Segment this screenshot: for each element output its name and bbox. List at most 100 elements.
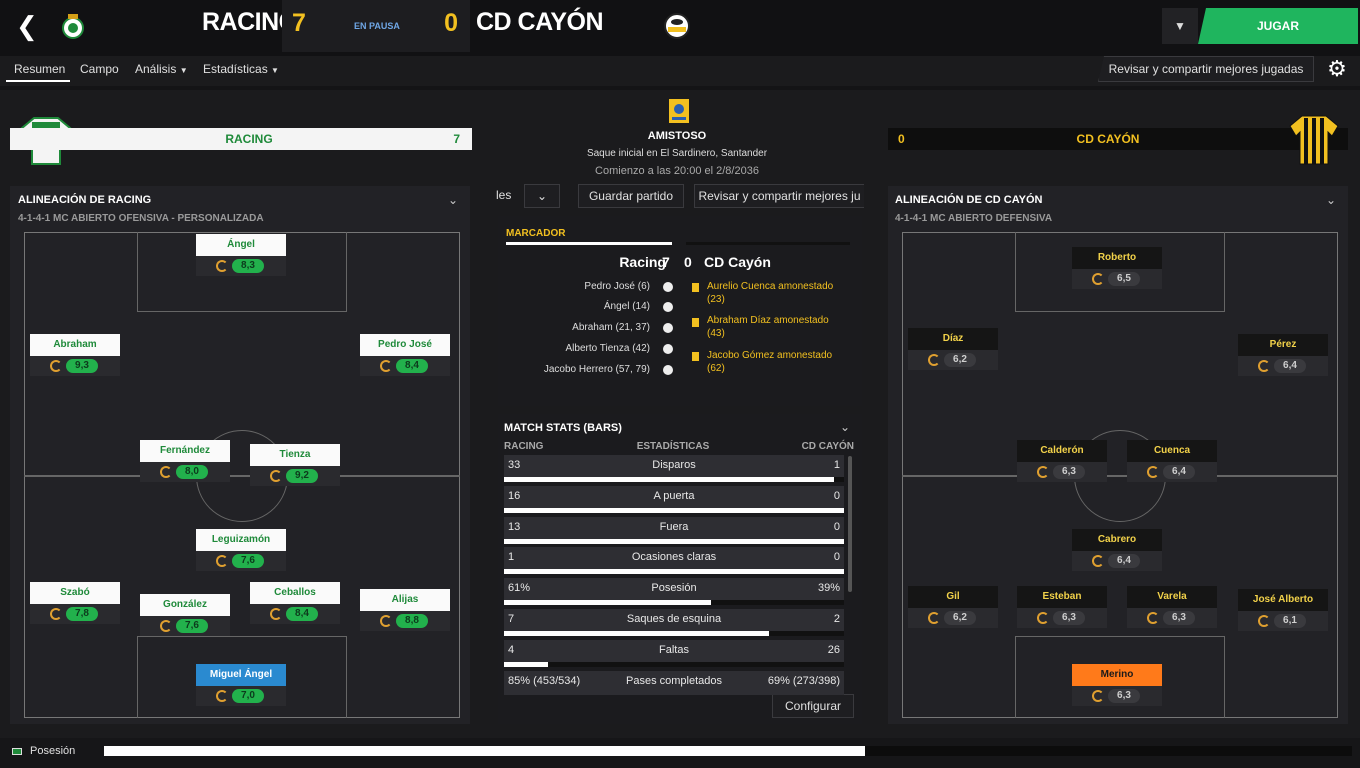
player-rating: 6,2 [944, 611, 976, 625]
tab-analisis[interactable]: Análisis ▼ [135, 62, 188, 76]
stat-bar-fill [504, 569, 844, 574]
player-name: Alijas [360, 589, 450, 611]
player-card[interactable]: Pérez 6,4 [1238, 334, 1328, 378]
stat-bar [504, 662, 844, 667]
stat-label: A puerta [653, 490, 695, 502]
review-button[interactable]: Revisar y compartir mejores ju [694, 184, 864, 208]
stat-away-value: 0 [833, 551, 840, 563]
gear-icon[interactable]: ⚙ [1324, 56, 1350, 82]
player-name: Miguel Ángel [196, 664, 286, 686]
card-entry-text: Jacobo Gómez amonestado [707, 350, 833, 361]
rating-icon [50, 360, 62, 372]
player-rating-row: 6,3 [1017, 608, 1107, 628]
player-rating: 6,3 [1053, 465, 1085, 479]
stat-bar [504, 569, 844, 574]
yellow-card-icon [692, 283, 699, 292]
goal-entry: Jacobo Herrero (57, 79) [543, 364, 650, 375]
player-card[interactable]: Esteban 6,3 [1017, 586, 1107, 630]
player-name: Gil [908, 586, 998, 608]
player-card[interactable]: José Alberto 6,1 [1238, 589, 1328, 633]
chevron-down-icon[interactable]: ▼ [1162, 8, 1198, 44]
player-card[interactable]: Fernández 8,0 [140, 440, 230, 484]
player-card[interactable]: Merino 6,3 [1072, 664, 1162, 708]
rating-icon [1092, 690, 1104, 702]
player-card[interactable]: Calderón 6,3 [1017, 440, 1107, 484]
player-card[interactable]: Szabó 7,8 [30, 582, 120, 626]
yellow-card-icon [692, 352, 699, 361]
partial-button[interactable]: les [490, 184, 520, 208]
player-rating-row: 6,4 [1238, 356, 1328, 376]
player-rating: 8,0 [176, 465, 208, 479]
player-card[interactable]: Gil 6,2 [908, 586, 998, 630]
player-card[interactable]: Roberto 6,5 [1072, 247, 1162, 291]
rating-icon [380, 360, 392, 372]
player-rating: 7,8 [66, 607, 98, 621]
away-kit-icon [1289, 115, 1339, 165]
player-rating: 7,6 [232, 554, 264, 568]
player-card[interactable]: Leguizamón 7,6 [196, 529, 286, 573]
stat-label: Faltas [659, 644, 689, 656]
tab-resumen[interactable]: Resumen [14, 62, 65, 76]
rating-icon [216, 555, 228, 567]
rating-icon [928, 612, 940, 624]
stat-bar-fill [504, 631, 770, 636]
scoreboard-away: CD Cayón [704, 254, 771, 270]
tab-campo[interactable]: Campo [80, 62, 119, 76]
player-card[interactable]: Abraham 9,3 [30, 334, 120, 378]
card-entry-text: Abraham Díaz amonestado [707, 315, 829, 326]
play-button[interactable]: JUGAR [1198, 8, 1358, 44]
player-rating-row: 6,3 [1127, 608, 1217, 628]
rating-icon [160, 466, 172, 478]
player-rating: 8,4 [396, 359, 428, 373]
player-card[interactable]: Tienza 9,2 [250, 444, 340, 488]
player-rating: 7,6 [176, 619, 208, 633]
player-rating-row: 8,3 [196, 256, 286, 276]
player-name: Fernández [140, 440, 230, 462]
chevron-down-icon[interactable]: ⌄ [1326, 193, 1336, 207]
save-match-button[interactable]: Guardar partido [578, 184, 684, 208]
player-rating: 6,5 [1108, 272, 1140, 286]
chevron-down-icon[interactable]: ⌄ [840, 420, 850, 434]
rating-icon [1147, 612, 1159, 624]
review-highlights-button[interactable]: Revisar y compartir mejores jugadas [1098, 56, 1314, 82]
player-rating: 8,8 [396, 614, 428, 628]
tab-estadisticas[interactable]: Estadísticas ▼ [203, 62, 279, 76]
player-card[interactable]: Díaz 6,2 [908, 328, 998, 372]
stat-row: 4 Faltas 26 [504, 640, 844, 664]
player-card[interactable]: Ángel 8,3 [196, 234, 286, 278]
possession-strip: Posesión [0, 738, 1360, 768]
possession-label: Posesión [30, 745, 76, 757]
back-icon[interactable]: ❮ [16, 12, 40, 40]
goal-entry: Pedro José (6) [584, 281, 650, 292]
stat-bar-fill [504, 508, 844, 513]
player-card[interactable]: Pedro José 8,4 [360, 334, 450, 378]
rating-icon [1258, 615, 1270, 627]
tab-analisis-label: Análisis [135, 62, 177, 76]
player-card[interactable]: Varela 6,3 [1127, 586, 1217, 630]
card-entry-minute: (23) [707, 294, 725, 305]
chevron-down-icon[interactable]: ⌄ [448, 193, 458, 207]
player-card[interactable]: González 7,6 [140, 594, 230, 638]
player-card[interactable]: Ceballos 8,4 [250, 582, 340, 626]
player-card[interactable]: Cuenca 6,4 [1127, 440, 1217, 484]
home-bar-score: 7 [453, 132, 460, 146]
player-rating-row: 6,3 [1017, 462, 1107, 482]
configure-button[interactable]: Configurar [772, 694, 854, 718]
player-name: Merino [1072, 664, 1162, 686]
rating-icon [216, 690, 228, 702]
player-rating-row: 6,3 [1072, 686, 1162, 706]
home-score: 7 [292, 9, 306, 37]
chevron-down-icon[interactable]: ⌄ [524, 184, 560, 208]
stat-away-value: 2 [833, 613, 840, 625]
stat-bar [504, 477, 844, 482]
away-team-name: CD CAYÓN [476, 8, 604, 36]
player-card[interactable]: Miguel Ángel 7,0 [196, 664, 286, 708]
home-team-bar: RACING 7 [10, 128, 472, 150]
scrollbar[interactable] [848, 456, 852, 592]
rating-icon [1092, 273, 1104, 285]
goal-entry: Ángel (14) [603, 301, 650, 312]
player-card[interactable]: Cabrero 6,4 [1072, 529, 1162, 573]
stat-bar [504, 539, 844, 544]
stat-away-value: 26 [827, 644, 840, 656]
player-card[interactable]: Alijas 8,8 [360, 589, 450, 633]
